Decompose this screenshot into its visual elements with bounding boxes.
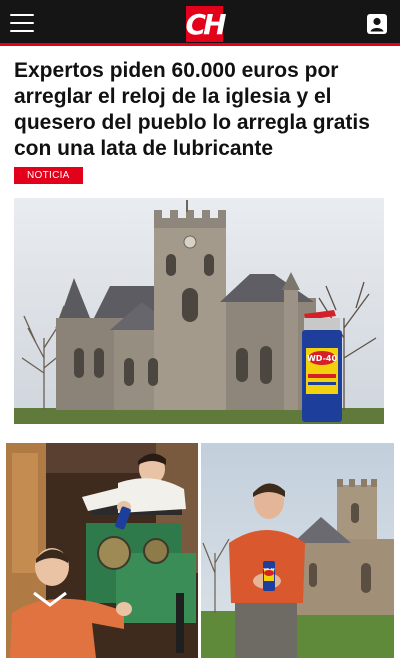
svg-text:WD-40: WD-40 [307, 354, 338, 363]
category-badge[interactable]: NOTICIA [14, 167, 83, 184]
wd40-can-icon: WD-40 [263, 561, 275, 591]
site-logo[interactable]: CH [186, 6, 227, 42]
cheesemaker-photo: WD-40 [201, 443, 394, 658]
wd40-can-icon: WD-40 [302, 310, 342, 422]
hamburger-menu-icon[interactable] [10, 12, 36, 34]
svg-text:WD-40: WD-40 [263, 567, 274, 571]
church-photo: WD-40 [14, 198, 384, 424]
article-title: Expertos piden 60.000 euros por arreglar… [14, 59, 370, 160]
clock-repair-photo [6, 443, 198, 658]
user-account-icon[interactable] [366, 13, 388, 35]
top-bar: CH [0, 0, 400, 46]
